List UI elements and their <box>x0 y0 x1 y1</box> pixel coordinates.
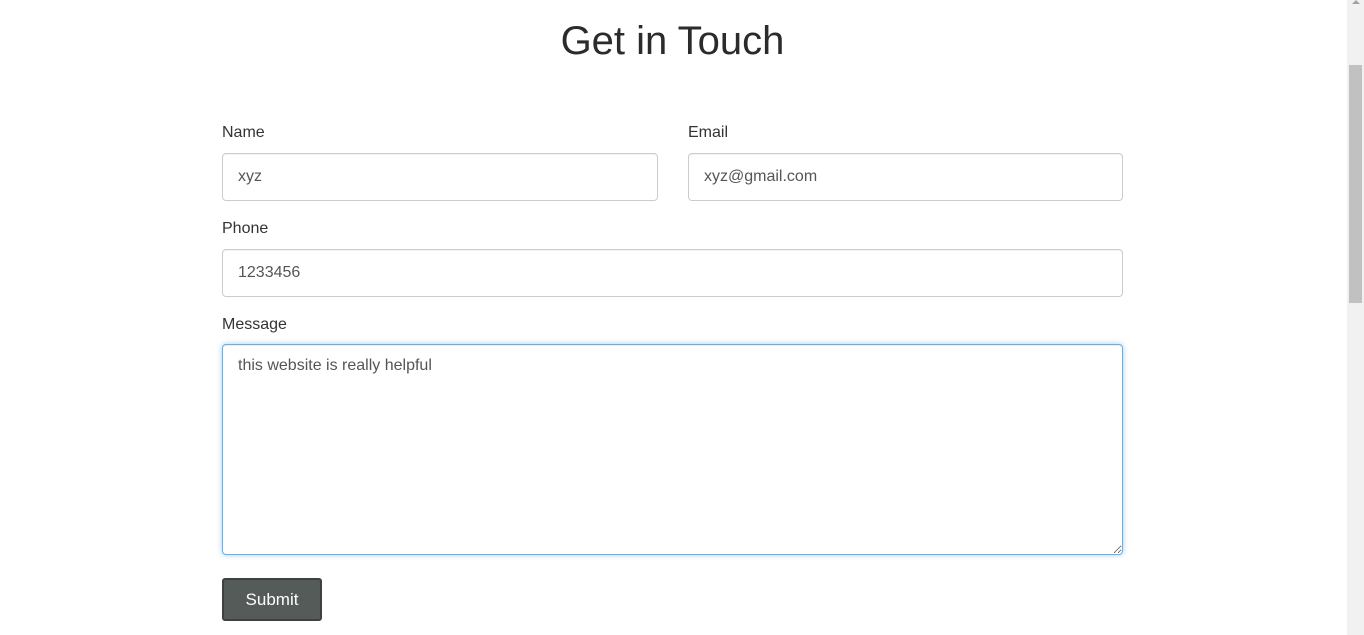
message-label: Message <box>222 316 287 333</box>
contact-page: Get in Touch Name Email Phone Message th… <box>0 0 1347 635</box>
email-input[interactable] <box>688 153 1123 201</box>
scrollbar-thumb[interactable] <box>1349 65 1362 303</box>
phone-label: Phone <box>222 220 269 237</box>
page-title: Get in Touch <box>560 19 785 63</box>
phone-input[interactable] <box>222 249 1123 297</box>
submit-button[interactable]: Submit <box>222 578 322 621</box>
name-input[interactable] <box>222 153 658 201</box>
message-textarea[interactable]: this website is really helpful <box>222 344 1123 555</box>
email-label: Email <box>688 124 729 141</box>
scroll-up-arrow-icon[interactable] <box>1352 0 1360 4</box>
vertical-scrollbar[interactable] <box>1347 0 1364 635</box>
name-label: Name <box>222 124 265 141</box>
